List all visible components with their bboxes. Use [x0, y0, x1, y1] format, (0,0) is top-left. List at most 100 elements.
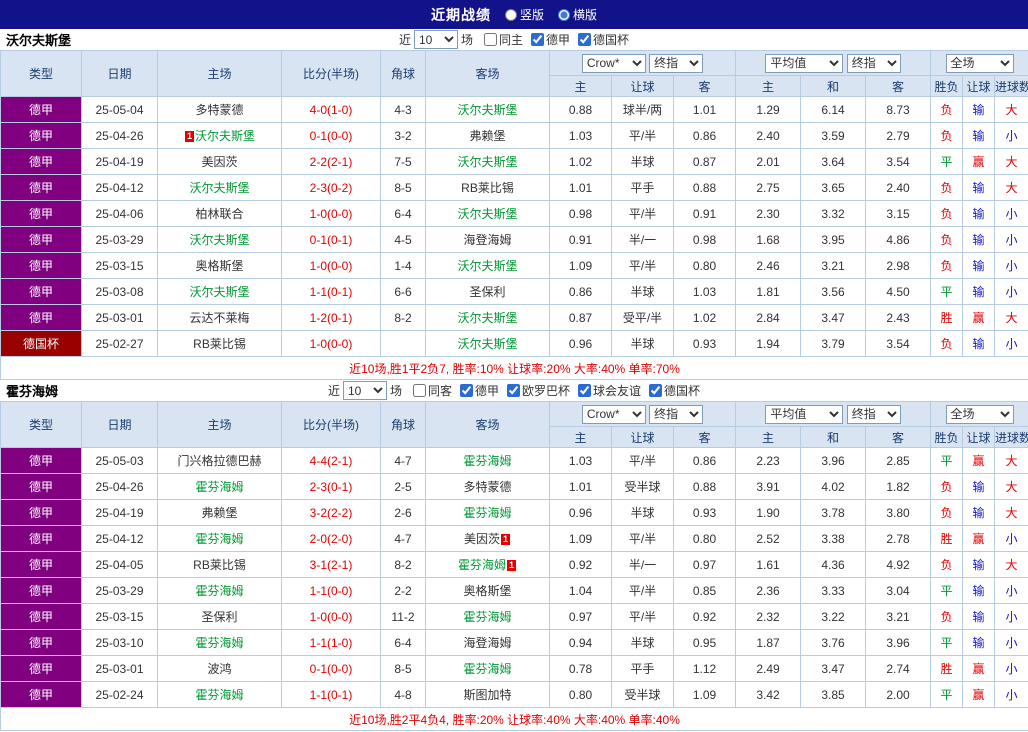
odds-company-select[interactable]: Crow* [581, 404, 646, 424]
away-team-name[interactable]: 海登海姆 [463, 233, 511, 247]
odds-company-select[interactable]: Crow* [581, 53, 646, 73]
filter-option[interactable]: 德国杯 [578, 31, 629, 48]
scope-select[interactable]: 全场 [945, 404, 1014, 424]
filter-checkbox[interactable] [578, 383, 592, 397]
home-team-name[interactable]: 多特蒙德 [195, 103, 243, 117]
filter-option[interactable]: 同主 [483, 31, 523, 48]
home-team-name[interactable]: 沃尔夫斯堡 [195, 129, 255, 143]
away-team-name[interactable]: 霍芬海姆 [463, 454, 511, 468]
away-team-name[interactable]: 沃尔夫斯堡 [457, 207, 517, 221]
filter-option[interactable]: 同客 [412, 382, 452, 399]
score-cell[interactable]: 1-0(0-0) [281, 330, 381, 357]
layout-option-vertical[interactable]: 竖版 [504, 6, 544, 23]
filter-option[interactable]: 欧罗巴杯 [507, 382, 570, 399]
away-team-name[interactable]: 多特蒙德 [463, 480, 511, 494]
avg-type-select[interactable]: 平均值 [765, 53, 844, 73]
home-team-name[interactable]: 波鸿 [207, 662, 231, 676]
score-cell[interactable]: 0-1(0-1) [281, 226, 381, 253]
away-team-name[interactable]: 霍芬海姆 [463, 662, 511, 676]
score-cell[interactable]: 0-1(0-0) [281, 122, 381, 149]
home-team-name[interactable]: 圣保利 [201, 610, 237, 624]
score-cell[interactable]: 3-1(2-1) [281, 551, 381, 578]
away-team-name[interactable]: 霍芬海姆 [458, 558, 506, 572]
score-cell[interactable]: 2-2(2-1) [281, 148, 381, 175]
score-cell[interactable]: 2-3(0-1) [281, 473, 381, 500]
score-cell[interactable]: 1-0(0-0) [281, 200, 381, 227]
home-team-name[interactable]: RB莱比锡 [193, 558, 246, 572]
home-team-name[interactable]: 沃尔夫斯堡 [189, 181, 249, 195]
away-team-name[interactable]: 霍芬海姆 [463, 506, 511, 520]
home-team-name[interactable]: 霍芬海姆 [195, 688, 243, 702]
away-team-name[interactable]: 沃尔夫斯堡 [457, 311, 517, 325]
filter-option[interactable]: 德甲 [531, 31, 570, 48]
filter-option[interactable]: 德甲 [459, 382, 499, 399]
odds-time-select[interactable]: 终指 [649, 53, 704, 73]
match-count-select[interactable]: 10 [413, 30, 458, 49]
home-team-name[interactable]: 门兴格拉德巴赫 [177, 454, 261, 468]
score-cell[interactable]: 1-1(1-0) [281, 629, 381, 656]
home-team-name[interactable]: 弗赖堡 [201, 506, 237, 520]
avg-time-select[interactable]: 终指 [846, 53, 901, 73]
layout-radio-horizontal[interactable] [558, 8, 570, 21]
home-team-name[interactable]: 霍芬海姆 [195, 480, 243, 494]
home-team-name[interactable]: 云达不莱梅 [189, 311, 249, 325]
odds-time-select[interactable]: 终指 [649, 404, 704, 424]
avg-time-select[interactable]: 终指 [846, 404, 901, 424]
away-team-name[interactable]: 圣保利 [469, 285, 505, 299]
away-team-name[interactable]: RB莱比锡 [461, 181, 514, 195]
away-team-name[interactable]: 沃尔夫斯堡 [457, 337, 517, 351]
home-team-name[interactable]: 霍芬海姆 [195, 636, 243, 650]
odds-away-cell: 0.87 [673, 148, 736, 175]
filter-checkbox[interactable] [531, 32, 544, 46]
away-team-name[interactable]: 沃尔夫斯堡 [457, 103, 517, 117]
filter-checkbox[interactable] [483, 32, 497, 46]
away-team-name[interactable]: 美因茨 [464, 532, 500, 546]
away-team-name[interactable]: 沃尔夫斯堡 [457, 259, 517, 273]
home-team-name[interactable]: 沃尔夫斯堡 [189, 285, 249, 299]
filter-checkbox[interactable] [507, 383, 520, 397]
score-cell[interactable]: 1-0(0-0) [281, 252, 381, 279]
layout-radio-vertical[interactable] [504, 8, 517, 21]
col-header-away: 客场 [425, 50, 550, 97]
home-team-name[interactable]: 奥格斯堡 [195, 259, 243, 273]
score-cell[interactable]: 3-2(2-2) [281, 499, 381, 526]
home-team-name[interactable]: 霍芬海姆 [195, 532, 243, 546]
score-cell[interactable]: 4-4(2-1) [281, 447, 381, 474]
home-team-name[interactable]: 柏林联合 [195, 207, 243, 221]
match-count-select[interactable]: 10 [342, 381, 387, 400]
home-team-name[interactable]: 霍芬海姆 [195, 584, 243, 598]
filter-option[interactable]: 德国杯 [649, 382, 700, 399]
score-cell[interactable]: 1-1(0-1) [281, 278, 381, 305]
score-cell[interactable]: 2-3(0-2) [281, 174, 381, 201]
avg-type-select[interactable]: 平均值 [765, 404, 844, 424]
score-cell[interactable]: 1-0(0-0) [281, 603, 381, 630]
filter-checkbox[interactable] [412, 383, 426, 397]
score-cell[interactable]: 1-1(0-1) [281, 681, 381, 708]
filter-checkbox[interactable] [459, 383, 473, 397]
away-team-name[interactable]: 弗赖堡 [469, 129, 505, 143]
avg-home-cell: 2.84 [735, 304, 801, 331]
away-team-name[interactable]: 斯图加特 [463, 688, 511, 702]
home-team-name[interactable]: 美因茨 [201, 155, 237, 169]
filter-checkbox[interactable] [649, 383, 663, 397]
scope-select[interactable]: 全场 [945, 53, 1014, 73]
score-cell[interactable]: 4-0(1-0) [281, 96, 381, 123]
filter-checkbox[interactable] [578, 32, 592, 46]
home-team-name[interactable]: 沃尔夫斯堡 [189, 233, 249, 247]
score-cell[interactable]: 2-0(2-0) [281, 525, 381, 552]
score-cell[interactable]: 0-1(0-0) [281, 655, 381, 682]
score-cell[interactable]: 1-1(0-0) [281, 577, 381, 604]
away-team-name[interactable]: 海登海姆 [463, 636, 511, 650]
avg-home-cell: 1.81 [735, 278, 801, 305]
score-cell[interactable]: 1-2(0-1) [281, 304, 381, 331]
away-team-name[interactable]: 奥格斯堡 [463, 584, 511, 598]
home-team-name[interactable]: RB莱比锡 [193, 337, 246, 351]
away-team-cell: 沃尔夫斯堡 [425, 148, 550, 175]
filter-option[interactable]: 球会友谊 [578, 382, 641, 399]
result-wdl-cell: 平 [930, 629, 964, 656]
away-team-name[interactable]: 沃尔夫斯堡 [457, 155, 517, 169]
odds-away-cell: 0.88 [673, 473, 736, 500]
corner-cell: 8-5 [380, 655, 426, 682]
layout-option-horizontal[interactable]: 横版 [558, 6, 597, 23]
away-team-name[interactable]: 霍芬海姆 [463, 610, 511, 624]
